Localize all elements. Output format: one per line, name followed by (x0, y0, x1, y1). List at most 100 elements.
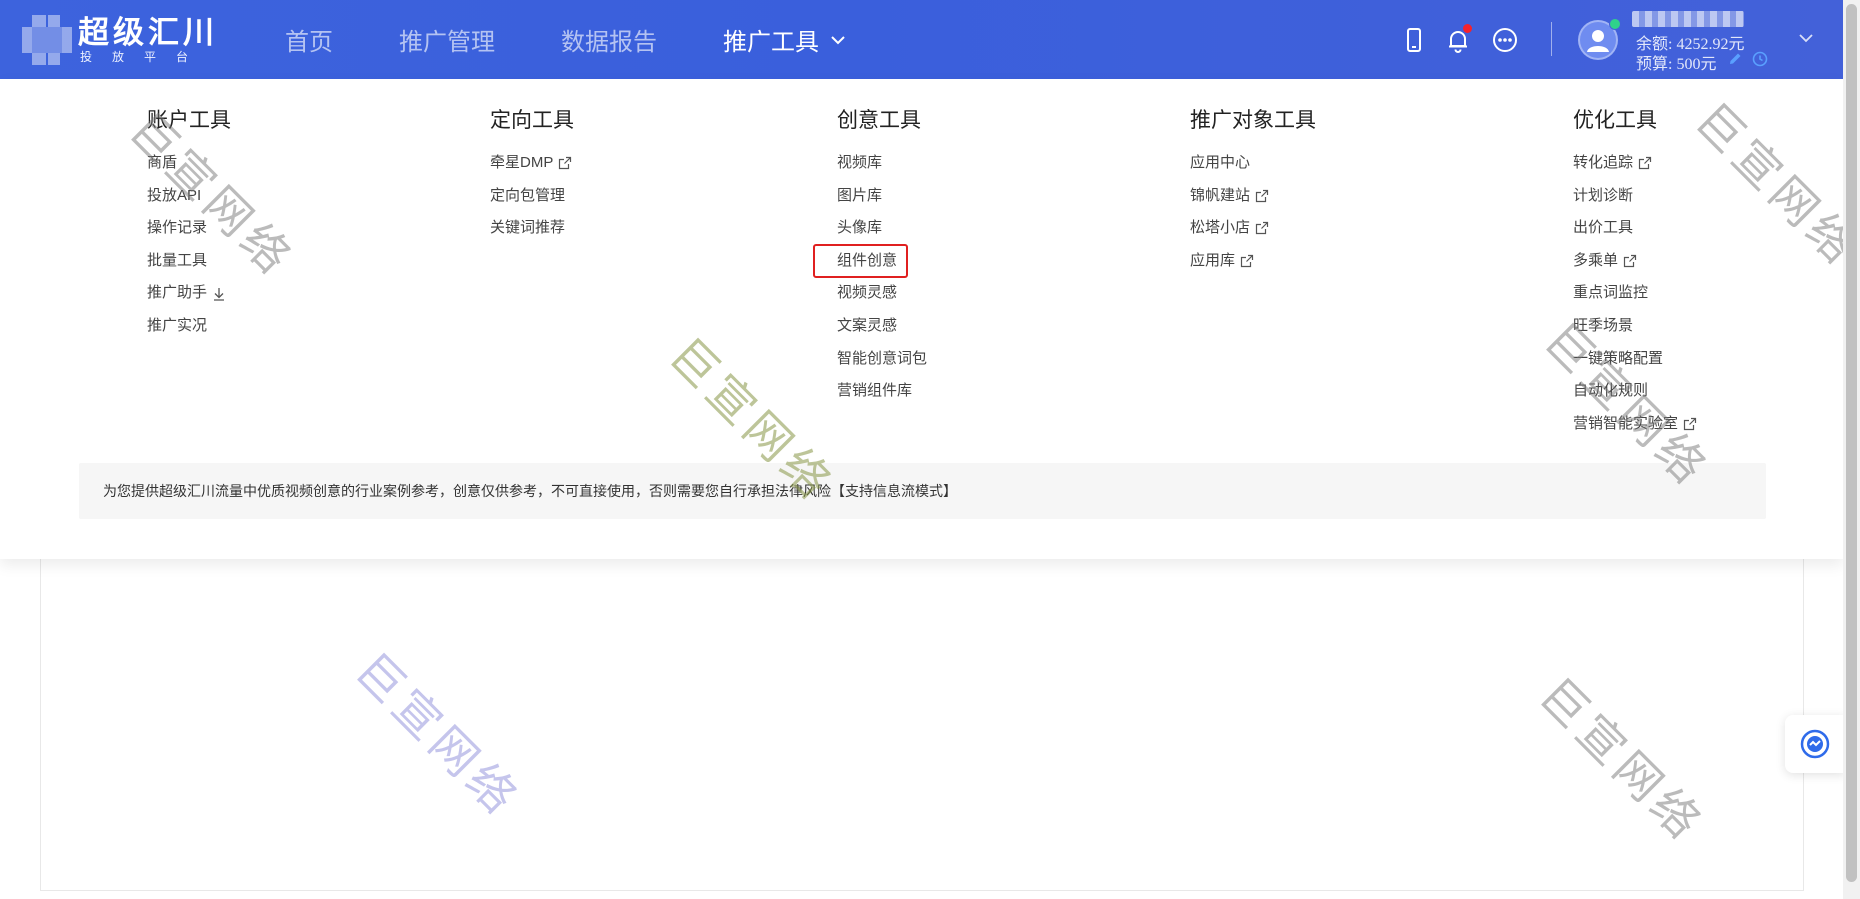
menu-item-label: 投放API (147, 186, 202, 204)
menu-item-promotion-assistant[interactable]: 推广助手 (147, 277, 231, 310)
menu-item-targeting-package[interactable]: 定向包管理 (490, 180, 574, 213)
nav-item-promotion-management[interactable]: 推广管理 (399, 22, 495, 57)
menu-item-smart-creative-wordpack[interactable]: 智能创意词包 (837, 343, 927, 376)
menu-item-app-library[interactable]: 应用库 (1190, 245, 1316, 278)
menu-item-label: 自动化规则 (1573, 382, 1649, 400)
menu-item-operation-log[interactable]: 操作记录 (147, 212, 231, 245)
menu-item-conversion-tracking[interactable]: 转化追踪 (1573, 147, 1697, 180)
menu-item-one-click-strategy[interactable]: 一键策略配置 (1573, 343, 1697, 376)
nav-item-label: 推广工具 (723, 29, 819, 56)
vertical-scrollbar[interactable] (1843, 0, 1860, 899)
menu-item-label: 应用库 (1190, 251, 1236, 269)
main-nav: 首页 推广管理 数据报告 推广工具 (285, 0, 913, 79)
menu-item-label: 视频灵感 (837, 284, 898, 302)
menu-item-label: 批量工具 (147, 251, 208, 269)
menu-item-label: 旺季场景 (1573, 316, 1634, 334)
menu-item-label: 应用中心 (1190, 154, 1251, 171)
chevron-down-icon[interactable] (1797, 29, 1815, 47)
logo-text: 超级汇川 投放平台 (78, 15, 218, 65)
external-link-icon (1255, 222, 1269, 235)
account-name-blurred (1632, 11, 1744, 27)
menu-column-creative-tools: 创意工具 视频库 图片库 头像库 组件创意 视频灵感 文案灵感 智能创意词包 营… (812, 107, 927, 408)
menu-item-label: 一键策略配置 (1573, 349, 1664, 367)
menu-item-label: 关键词推荐 (490, 219, 566, 237)
menu-item-label: 头像库 (837, 219, 883, 237)
menu-item-label: 松塔小店 (1190, 219, 1251, 237)
external-link-icon (559, 157, 572, 170)
menu-item-label: 重点词监控 (1573, 284, 1649, 302)
menu-item-app-center[interactable]: 应用中心 (1190, 147, 1316, 180)
external-link-icon (1240, 254, 1254, 268)
menu-column-account-tools: 账户工具 商盾 投放API 操作记录 批量工具 推广助手 推广实况 (147, 107, 231, 343)
column-title: 推广对象工具 (1190, 109, 1316, 132)
top-nav-bar: 超级汇川 投放平台 首页 推广管理 数据报告 推广工具 余额: 4252.92元… (0, 0, 1843, 79)
menu-item-avatar-library[interactable]: 头像库 (837, 212, 927, 245)
nav-item-label: 推广管理 (399, 29, 495, 56)
download-icon (214, 287, 225, 301)
menu-item-label: 文案灵感 (837, 316, 898, 334)
logo[interactable]: 超级汇川 投放平台 (22, 14, 218, 66)
menu-item-label: 锦帆建站 (1190, 186, 1251, 204)
menu-item-label: 推广助手 (147, 284, 208, 302)
menu-item-label: 操作记录 (147, 219, 208, 237)
mobile-icon[interactable] (1400, 26, 1428, 54)
menu-item-promotion-live[interactable]: 推广实况 (147, 310, 231, 343)
notice-bar: 为您提供超级汇川流量中优质视频创意的行业案例参考，创意仅供参考，不可直接使用，否… (79, 463, 1766, 519)
menu-item-label: 商盾 (147, 154, 178, 171)
menu-item-jinfan-site[interactable]: 锦帆建站 (1190, 180, 1316, 213)
nav-item-promotion-tools[interactable]: 推广工具 (723, 22, 847, 57)
menu-item-keyword-monitor[interactable]: 重点词监控 (1573, 277, 1697, 310)
nav-item-home[interactable]: 首页 (285, 22, 333, 57)
menu-item-delivery-api[interactable]: 投放API (147, 180, 231, 213)
menu-item-label: 定向包管理 (490, 186, 566, 204)
menu-column-targeting-tools: 定向工具 牵星DMP 定向包管理 关键词推荐 (490, 107, 574, 245)
menu-item-bid-tools[interactable]: 出价工具 (1573, 212, 1697, 245)
menu-item-shangdun[interactable]: 商盾 (147, 147, 231, 180)
logo-title: 超级汇川 (78, 15, 218, 50)
menu-item-video-library[interactable]: 视频库 (837, 147, 927, 180)
column-title: 定向工具 (490, 109, 574, 132)
menu-item-multi-order[interactable]: 多乘单 (1573, 245, 1697, 278)
menu-item-label: 出价工具 (1573, 219, 1634, 237)
external-link-icon (1623, 254, 1637, 268)
logo-subtitle: 投放平台 (80, 50, 209, 64)
menu-item-marketing-component-library[interactable]: 营销组件库 (837, 375, 927, 408)
menu-item-label: 多乘单 (1573, 251, 1619, 269)
menu-item-image-library[interactable]: 图片库 (837, 180, 927, 213)
menu-item-label: 计划诊断 (1573, 186, 1634, 204)
external-link-icon (1255, 189, 1269, 202)
menu-item-label: 转化追踪 (1573, 154, 1634, 171)
menu-item-label: 图片库 (837, 186, 883, 204)
menu-item-video-inspiration[interactable]: 视频灵感 (837, 277, 927, 310)
edit-icon[interactable] (1727, 51, 1743, 67)
scrollbar-thumb[interactable] (1846, 4, 1857, 882)
chevron-down-icon (831, 35, 845, 44)
menu-item-songta-shop[interactable]: 松塔小店 (1190, 212, 1316, 245)
content-area (40, 540, 1804, 891)
nav-item-label: 数据报告 (561, 29, 657, 56)
menu-item-marketing-lab[interactable]: 营销智能实验室 (1573, 408, 1697, 441)
menu-item-automation-rules[interactable]: 自动化规则 (1573, 375, 1697, 408)
menu-item-label: 牵星DMP (490, 154, 554, 171)
logo-mark-icon (22, 15, 72, 65)
column-title: 账户工具 (147, 109, 231, 132)
promotion-tools-dropdown: 账户工具 商盾 投放API 操作记录 批量工具 推广助手 推广实况 定向工具 牵… (0, 79, 1843, 559)
menu-item-plan-diagnosis[interactable]: 计划诊断 (1573, 180, 1697, 213)
more-icon[interactable] (1491, 26, 1519, 54)
menu-item-label: 组件创意 (812, 243, 909, 278)
menu-item-label: 推广实况 (147, 316, 208, 334)
menu-item-label: 营销智能实验室 (1573, 414, 1679, 432)
menu-item-peak-season-scene[interactable]: 旺季场景 (1573, 310, 1697, 343)
nav-item-label: 首页 (285, 29, 333, 56)
menu-item-batch-tools[interactable]: 批量工具 (147, 245, 231, 278)
menu-item-component-creative[interactable]: 组件创意 (812, 243, 927, 278)
notification-button[interactable] (1444, 24, 1472, 54)
menu-item-qianxing-dmp[interactable]: 牵星DMP (490, 147, 574, 180)
clock-icon[interactable] (1752, 51, 1768, 67)
assistant-icon (1800, 729, 1830, 759)
menu-item-keyword-recommend[interactable]: 关键词推荐 (490, 212, 574, 245)
assistant-float-button[interactable] (1785, 715, 1845, 773)
menu-item-copy-inspiration[interactable]: 文案灵感 (837, 310, 927, 343)
nav-item-data-report[interactable]: 数据报告 (561, 22, 657, 57)
budget-text: 预算: 500元 (1636, 56, 1717, 73)
